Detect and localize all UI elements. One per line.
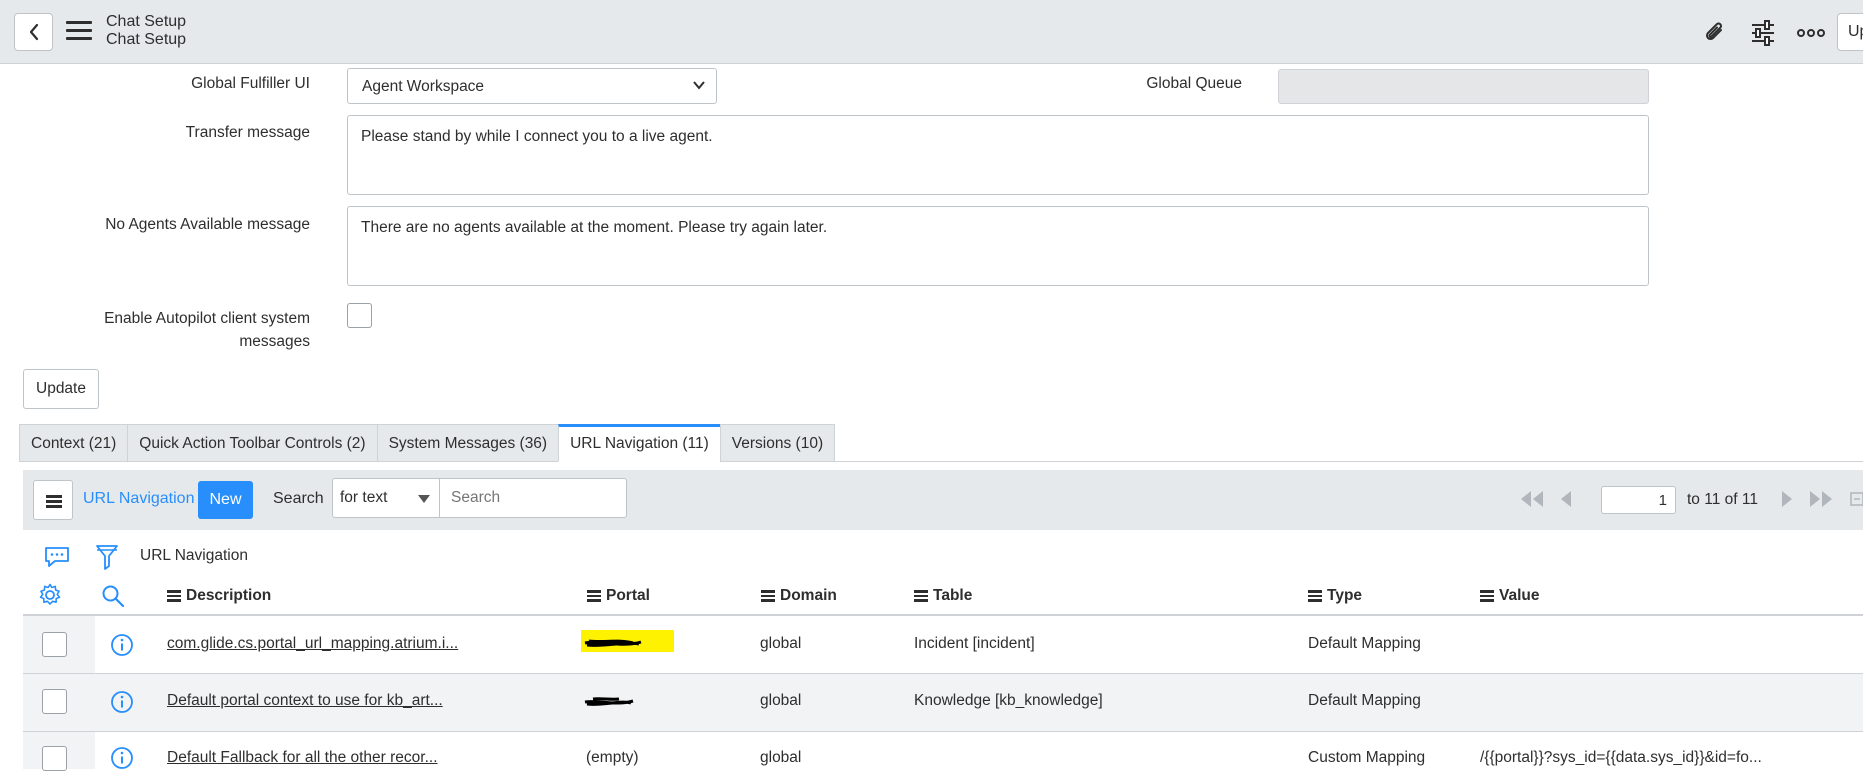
global-queue-label: Global Queue: [1146, 75, 1242, 92]
redaction-scribble: [584, 639, 642, 647]
row-description-link[interactable]: Default Fallback for all the other recor…: [167, 749, 438, 767]
update-button[interactable]: Update: [23, 369, 99, 409]
search-icon[interactable]: [101, 584, 125, 608]
row-type: Default Mapping: [1308, 692, 1421, 709]
tab-url-navigation[interactable]: URL Navigation (11): [558, 424, 720, 462]
column-header-portal[interactable]: Portal: [587, 587, 650, 605]
tab-versions[interactable]: Versions (10): [719, 424, 836, 462]
row-table: Incident [incident]: [914, 635, 1035, 652]
no-agents-message-label: No Agents Available message: [105, 216, 310, 233]
form-header: Chat Setup Chat Setup Up: [0, 0, 1863, 64]
transfer-message-label: Transfer message: [185, 124, 310, 141]
list-menu-button[interactable]: [33, 480, 73, 520]
new-button[interactable]: New: [198, 481, 253, 519]
row-checkbox[interactable]: [42, 746, 67, 771]
column-header-description[interactable]: Description: [167, 587, 271, 605]
previous-page-icon[interactable]: [1555, 484, 1577, 514]
autopilot-label-line1: Enable Autopilot client system: [104, 310, 310, 327]
info-icon[interactable]: [110, 633, 134, 657]
row-value: /{{portal}}?sys_id={{data.sys_id}}&id=fo…: [1480, 749, 1762, 766]
next-page-icon[interactable]: [1776, 484, 1798, 514]
column-label: Domain: [780, 587, 837, 604]
hamburger-menu-icon[interactable]: [66, 21, 92, 43]
tab-quick-action-toolbar-controls[interactable]: Quick Action Toolbar Controls (2): [127, 424, 377, 462]
no-agents-message-textarea[interactable]: There are no agents available at the mom…: [347, 206, 1649, 286]
list-toolbar: URL Navigation New Search for text 1 to …: [23, 470, 1863, 530]
gear-icon[interactable]: [38, 583, 62, 607]
column-label: Table: [933, 587, 973, 604]
chevron-down-icon: [693, 81, 705, 90]
column-label: Description: [186, 587, 272, 604]
chevron-left-icon: [29, 23, 38, 41]
column-menu-icon[interactable]: [587, 588, 601, 604]
paperclip-icon[interactable]: [1702, 20, 1728, 46]
column-header-value[interactable]: Value: [1480, 587, 1540, 605]
column-header-domain[interactable]: Domain: [761, 587, 837, 605]
row-portal: (empty): [586, 749, 639, 766]
tab-system-messages[interactable]: System Messages (36): [376, 424, 559, 462]
search-label: Search: [273, 490, 324, 507]
page-number-input[interactable]: 1: [1601, 486, 1676, 514]
row-checkbox[interactable]: [42, 689, 67, 714]
tab-context[interactable]: Context (21): [19, 424, 128, 462]
info-icon[interactable]: [110, 746, 134, 770]
row-domain: global: [760, 635, 802, 652]
search-field-value: for text: [340, 489, 388, 506]
column-label: Portal: [606, 587, 650, 604]
table-row: com.glide.cs.portal_url_mapping.atrium.i…: [23, 616, 1863, 673]
filter-icon[interactable]: [95, 543, 119, 571]
table-row: Default portal context to use for kb_art…: [23, 674, 1863, 731]
row-description-link[interactable]: Default portal context to use for kb_art…: [167, 692, 443, 710]
column-menu-icon[interactable]: [914, 588, 928, 604]
global-queue-field: [1278, 69, 1649, 104]
autopilot-label-line2: messages: [239, 333, 310, 350]
first-page-icon[interactable]: [1517, 484, 1547, 514]
search-field-select[interactable]: for text: [332, 478, 440, 518]
autopilot-label: Enable Autopilot client system messages: [60, 307, 310, 353]
row-type: Default Mapping: [1308, 635, 1421, 652]
column-menu-icon[interactable]: [1308, 588, 1322, 604]
column-menu-icon[interactable]: [761, 588, 775, 604]
global-fulfiller-ui-label: Global Fulfiller UI: [191, 75, 310, 92]
page-range: to 11 of 11: [1687, 491, 1758, 508]
portal-redaction-highlight: [581, 630, 674, 652]
chat-bubble-icon[interactable]: [43, 545, 71, 569]
page-subtitle: Chat Setup: [106, 31, 187, 48]
search-input[interactable]: [440, 478, 627, 518]
column-header-type[interactable]: Type: [1308, 587, 1362, 605]
row-domain: global: [760, 692, 802, 709]
row-type: Custom Mapping: [1308, 749, 1426, 766]
row-description-link[interactable]: com.glide.cs.portal_url_mapping.atrium.i…: [167, 635, 458, 653]
redaction-scribble: [584, 697, 634, 706]
list-title[interactable]: URL Navigation: [83, 490, 194, 508]
autopilot-checkbox[interactable]: [347, 303, 372, 328]
global-fulfiller-ui-select[interactable]: Agent Workspace: [347, 68, 717, 104]
row-checkbox[interactable]: [42, 632, 67, 657]
more-options-icon[interactable]: [1797, 20, 1825, 46]
back-button[interactable]: [14, 13, 53, 51]
table-row: Default Fallback for all the other recor…: [23, 732, 1863, 771]
column-label: Type: [1327, 587, 1363, 604]
header-update-button[interactable]: Up: [1837, 13, 1863, 51]
column-label: Value: [1499, 587, 1540, 604]
row-domain: global: [760, 749, 802, 766]
info-icon[interactable]: [110, 690, 134, 714]
row-table: Knowledge [kb_knowledge]: [914, 692, 1103, 709]
page-title: Chat Setup: [106, 13, 187, 30]
column-menu-icon[interactable]: [167, 588, 181, 604]
dropdown-triangle-icon: [418, 495, 430, 503]
related-list-tabs: Context (21) Quick Action Toolbar Contro…: [19, 424, 836, 462]
settings-sliders-icon[interactable]: [1750, 20, 1776, 46]
last-page-icon[interactable]: [1806, 484, 1836, 514]
column-menu-icon[interactable]: [1480, 588, 1494, 604]
transfer-message-textarea[interactable]: Please stand by while I connect you to a…: [347, 115, 1649, 195]
column-header-table[interactable]: Table: [914, 587, 972, 605]
breadcrumb[interactable]: URL Navigation: [140, 547, 248, 565]
collapse-icon[interactable]: [1849, 484, 1863, 514]
global-fulfiller-ui-value: Agent Workspace: [362, 78, 485, 95]
